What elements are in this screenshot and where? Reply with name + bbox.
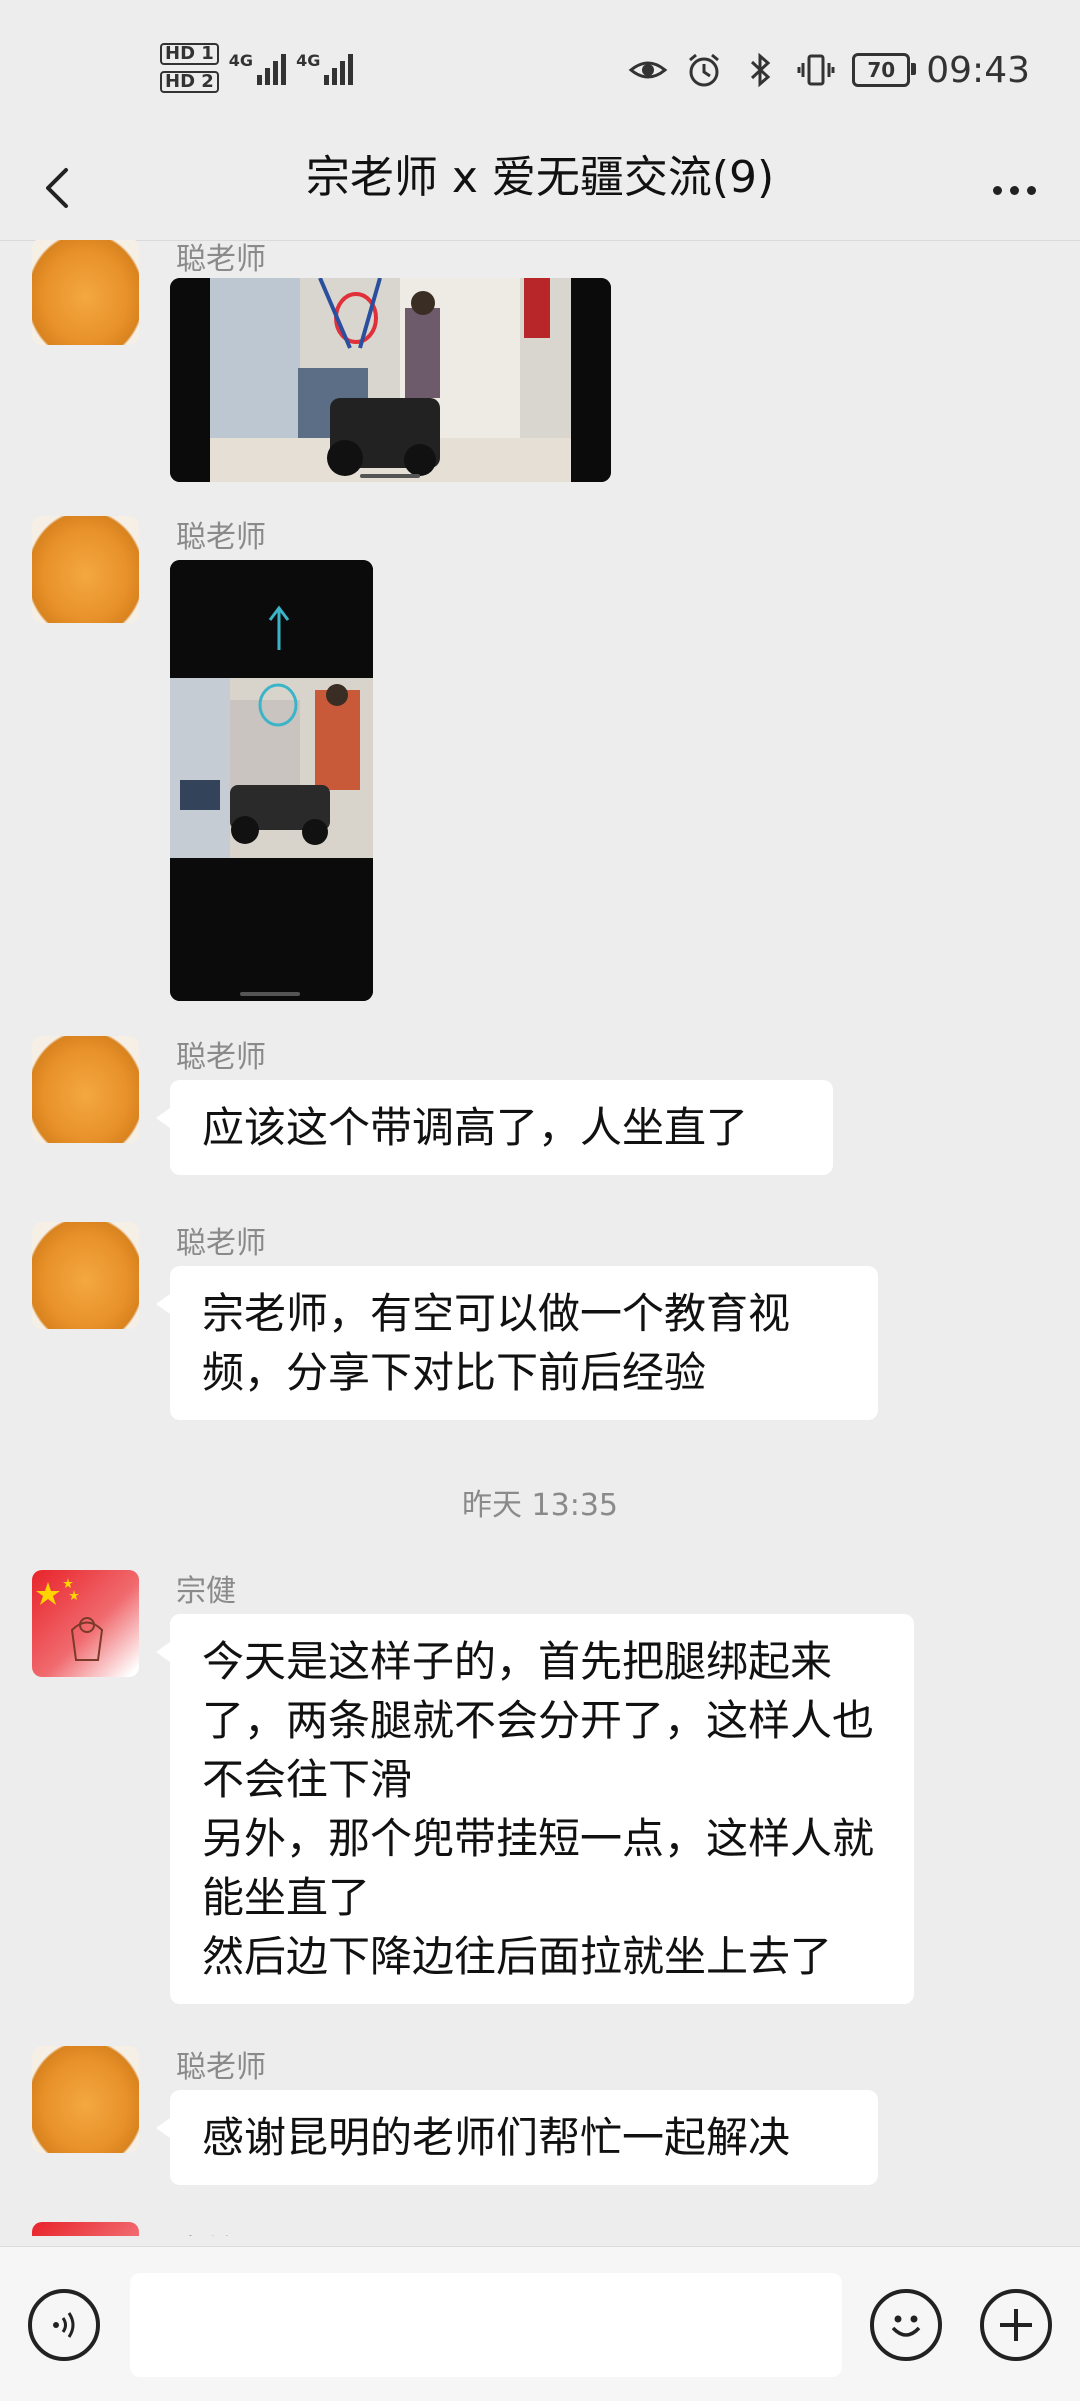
battery-icon: 70 [852, 53, 917, 87]
emoji-button[interactable] [870, 2289, 942, 2361]
sender-name: 宗健 [176, 2226, 236, 2236]
chat-title: 宗老师 x 爱无疆交流(9) [305, 152, 775, 203]
signal-1-icon: 4G [229, 51, 287, 85]
photo-wheelchair-2 [170, 560, 373, 1001]
signal-indicators: HD 1 HD 2 4G 4G [160, 36, 354, 100]
voice-input-button[interactable] [28, 2289, 100, 2361]
more-options-icon[interactable] [984, 160, 1044, 220]
hd1-badge: HD 1 [160, 43, 219, 65]
message-list[interactable]: 聪老师 聪老师 聪老师 应该这个带调高了，人坐直了 聪老师 宗老师，有空可以做一… [0, 240, 1080, 2236]
photo-wheelchair-1 [170, 278, 611, 482]
sender-name: 聪老师 [176, 242, 266, 277]
text-message[interactable]: 应该这个带调高了，人坐直了 [156, 1080, 833, 1175]
avatar[interactable] [32, 1570, 139, 1677]
sender-name: 宗健 [176, 1574, 236, 1609]
hd2-badge: HD 2 [160, 71, 219, 93]
clock: 09:43 [926, 49, 1030, 91]
sender-name: 聪老师 [176, 520, 266, 555]
plus-icon [1000, 2309, 1032, 2341]
eye-icon [628, 61, 668, 79]
avatar[interactable] [32, 2222, 139, 2236]
image-message[interactable] [170, 278, 611, 482]
more-functions-button[interactable] [980, 2289, 1052, 2361]
voice-icon [53, 2312, 75, 2338]
system-indicators: 70 09:43 [628, 40, 1030, 100]
chat-header: 宗老师 x 爱无疆交流(9) [0, 136, 1080, 241]
avatar[interactable] [32, 1036, 139, 1143]
emoji-icon [891, 2315, 921, 2337]
text-message[interactable]: 宗老师，有空可以做一个教育视频，分享下对比下前后经验 [156, 1266, 878, 1420]
sender-name: 聪老师 [176, 2050, 266, 2085]
vibrate-icon [797, 54, 835, 86]
text-message[interactable]: 今天是这样子的，首先把腿绑起来了，两条腿就不会分开了，这样人也不会往下滑 另外，… [156, 1614, 914, 2004]
avatar[interactable] [32, 2046, 139, 2153]
avatar[interactable] [32, 1222, 139, 1329]
bluetooth-icon [751, 52, 771, 88]
avatar[interactable] [32, 516, 139, 623]
message-input[interactable] [130, 2273, 842, 2377]
text-message[interactable]: 感谢昆明的老师们帮忙一起解决 [156, 2090, 878, 2185]
flag-avatar-icon [36, 1578, 104, 1661]
time-divider: 昨天 13:35 [462, 1488, 618, 1523]
sender-name: 聪老师 [176, 1226, 266, 1261]
status-bar: HD 1 HD 2 4G 4G 70 09:43 [0, 0, 1080, 136]
avatar[interactable] [32, 240, 139, 345]
sender-name: 聪老师 [176, 1040, 266, 1075]
alarm-icon [689, 53, 720, 87]
signal-2-icon: 4G [296, 51, 354, 85]
input-bar [0, 2246, 1080, 2401]
image-message[interactable] [170, 560, 373, 1001]
